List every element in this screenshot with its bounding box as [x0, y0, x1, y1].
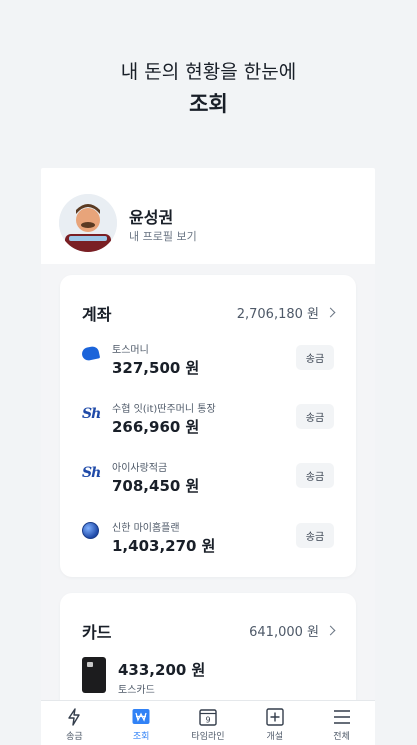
headline-line2: 조회	[189, 92, 228, 116]
cards-title: 카드	[82, 623, 112, 642]
account-item[interactable]: 토스머니 327,500 원 송금	[80, 341, 334, 385]
send-button[interactable]: 송금	[296, 523, 334, 548]
profile-link[interactable]: 내 프로필 보기	[129, 228, 197, 244]
chevron-right-icon	[325, 307, 336, 318]
tab-timeline[interactable]: 9 타임라인	[175, 701, 242, 745]
profile-section[interactable]: 윤성권 내 프로필 보기	[41, 168, 375, 264]
tab-label: 송금	[66, 732, 83, 742]
account-amount: 1,403,270 원	[112, 537, 216, 555]
won-icon	[132, 709, 150, 724]
tab-inquiry[interactable]: 조회	[108, 701, 175, 745]
send-button[interactable]: 송금	[296, 345, 334, 370]
tab-all[interactable]: 전체	[308, 701, 375, 745]
account-name: 아이사랑적금	[112, 463, 168, 474]
chevron-right-icon	[325, 625, 336, 636]
account-name: 수협 잇(it)딴주머니 통장	[112, 404, 216, 415]
tab-send[interactable]: 송금	[41, 701, 108, 745]
phone-screen: 윤성권 내 프로필 보기 계좌 2,706,180 원 토스머니 327,500…	[41, 168, 375, 745]
cards-total[interactable]: 641,000 원	[249, 621, 336, 640]
account-item[interactable]: Sh 아이사랑적금 708,450 원 송금	[82, 459, 334, 503]
cards-total-value: 641,000 원	[249, 625, 319, 640]
profile-name: 윤성권	[129, 208, 174, 227]
account-name: 신한 마이홈플랜	[112, 523, 180, 534]
svg-text:9: 9	[205, 716, 210, 725]
suhyup-icon: Sh	[82, 465, 101, 481]
account-item[interactable]: Sh 수협 잇(it)딴주머니 통장 266,960 원 송금	[82, 400, 334, 444]
account-amount: 708,450 원	[112, 477, 200, 495]
tab-label: 조회	[132, 732, 150, 742]
account-amount: 327,500 원	[112, 359, 200, 377]
headline-line1: 내 돈의 현황을 한눈에	[120, 61, 297, 83]
bolt-icon	[68, 708, 81, 726]
send-button[interactable]: 송금	[296, 463, 334, 488]
avatar[interactable]	[59, 194, 117, 252]
promo-headline: 내 돈의 현황을 한눈에 조회	[0, 58, 417, 120]
tab-label: 타임라인	[191, 732, 225, 742]
plus-box-icon	[266, 708, 284, 726]
tab-label: 전체	[333, 732, 350, 742]
account-item[interactable]: 신한 마이홈플랜 1,403,270 원 송금	[82, 519, 334, 563]
accounts-card: 계좌 2,706,180 원 토스머니 327,500 원 송금 Sh 수협 잇…	[60, 275, 356, 577]
account-name: 토스머니	[112, 345, 149, 356]
toss-icon	[80, 344, 102, 362]
card-amount: 433,200 원	[118, 661, 206, 679]
accounts-title: 계좌	[82, 305, 112, 324]
shinhan-icon	[82, 522, 102, 540]
suhyup-icon: Sh	[82, 406, 101, 422]
calendar-icon: 9	[199, 709, 217, 726]
account-amount: 266,960 원	[112, 418, 200, 436]
credit-card-icon	[82, 657, 106, 693]
card-name: 토스카드	[118, 685, 155, 696]
accounts-total-value: 2,706,180 원	[236, 307, 319, 322]
bottom-tab-bar: 송금 조회 9 타임라인 개설 전체	[41, 700, 375, 745]
tab-label: 개설	[266, 732, 284, 742]
send-button[interactable]: 송금	[296, 404, 334, 429]
accounts-total[interactable]: 2,706,180 원	[236, 303, 336, 322]
menu-icon	[333, 710, 350, 724]
tab-open[interactable]: 개설	[241, 701, 308, 745]
